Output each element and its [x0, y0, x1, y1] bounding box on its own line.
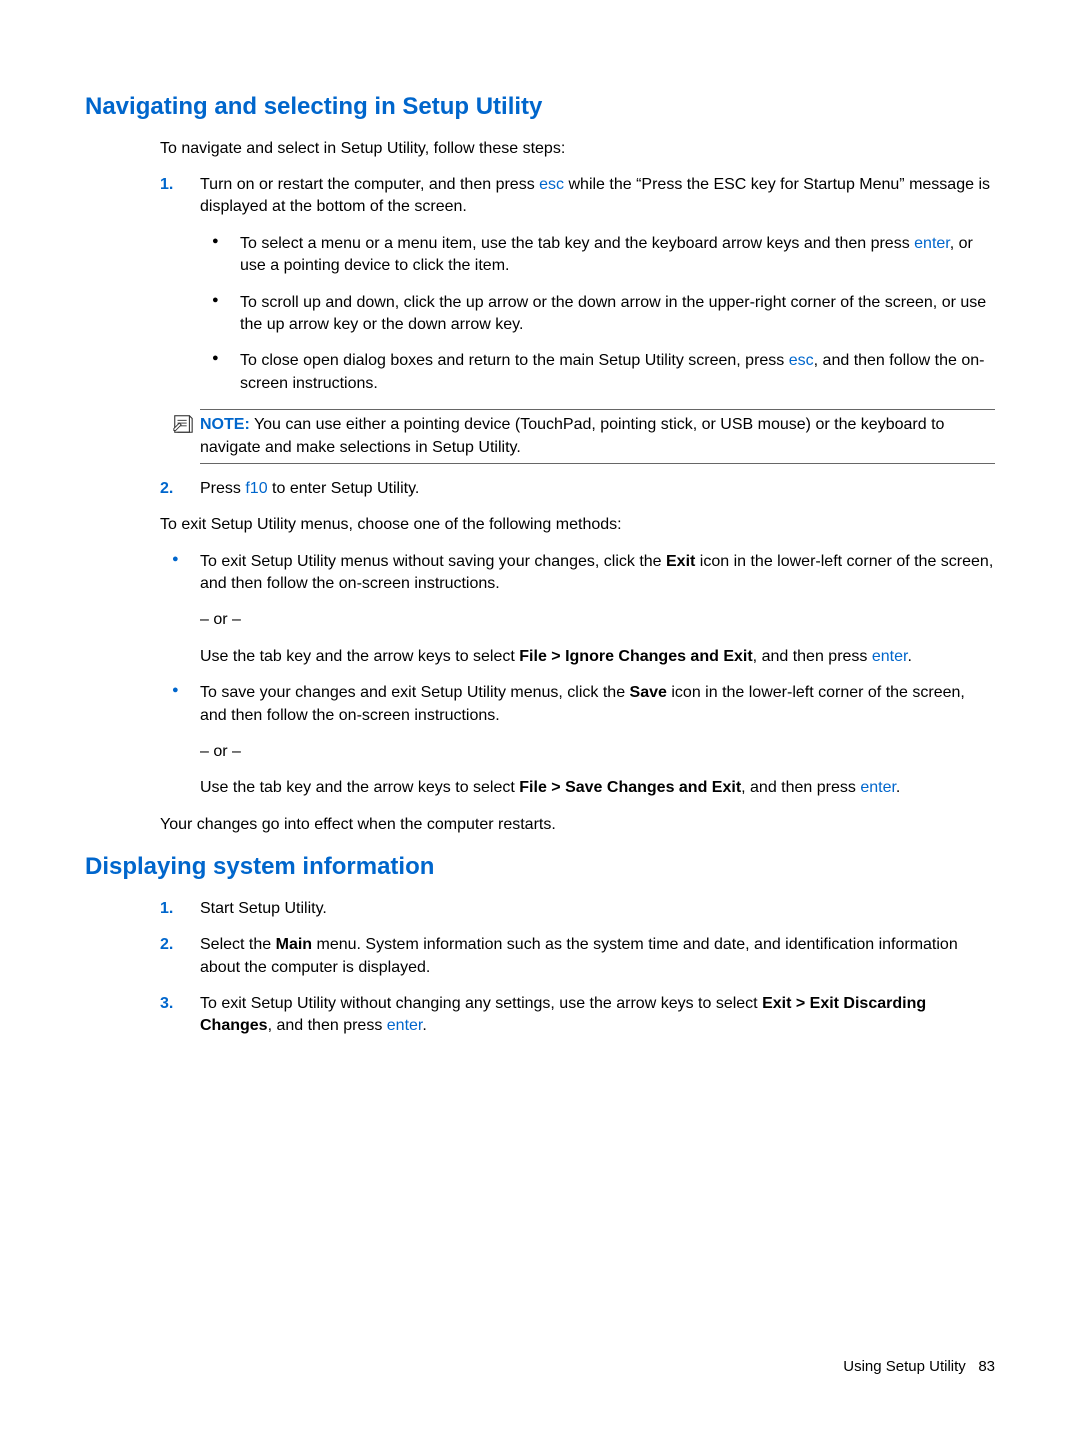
- step-text: , and then press: [268, 1017, 387, 1034]
- key-f10: f10: [245, 480, 267, 497]
- bullet-text: To close open dialog boxes and return to…: [240, 352, 789, 369]
- bullet-text: To save your changes and exit Setup Util…: [200, 684, 630, 701]
- exit-outro: Your changes go into effect when the com…: [160, 814, 995, 836]
- step-text: .: [422, 1017, 426, 1034]
- exit-intro: To exit Setup Utility menus, choose one …: [160, 514, 995, 536]
- steps-list-cont: 2. Press f10 to enter Setup Utility.: [160, 478, 995, 500]
- step-number: 2.: [160, 478, 173, 500]
- section-heading-displaying: Displaying system information: [85, 850, 995, 884]
- sub-bullet-list: To select a menu or a menu item, use the…: [200, 233, 995, 395]
- exit-bullet: To save your changes and exit Setup Util…: [160, 682, 995, 800]
- sub-bullet: To close open dialog boxes and return to…: [200, 350, 995, 395]
- exit-bullet-list: To exit Setup Utility menus without savi…: [160, 551, 995, 800]
- or-text: – or –: [200, 741, 995, 763]
- sub-bullet: To select a menu or a menu item, use the…: [200, 233, 995, 278]
- text-run: , and then press: [741, 779, 860, 796]
- steps-list: 1. Turn on or restart the computer, and …: [160, 174, 995, 395]
- bold-text: File > Ignore Changes and Exit: [519, 648, 752, 665]
- step-text: To exit Setup Utility without changing a…: [200, 995, 762, 1012]
- key-esc: esc: [539, 176, 564, 193]
- text-run: Use the tab key and the arrow keys to se…: [200, 779, 519, 796]
- step-text: Select the: [200, 936, 276, 953]
- page-number: 83: [978, 1358, 995, 1375]
- step-2: 2. Select the Main menu. System informat…: [160, 934, 995, 979]
- key-enter: enter: [860, 779, 896, 796]
- bold-text: Main: [276, 936, 312, 953]
- step-text: Start Setup Utility.: [200, 900, 327, 917]
- text-run: Use the tab key and the arrow keys to se…: [200, 648, 519, 665]
- bullet-text: To scroll up and down, click the up arro…: [240, 294, 986, 333]
- page-footer: Using Setup Utility 83: [843, 1356, 995, 1377]
- key-enter: enter: [387, 1017, 423, 1034]
- step-text: Turn on or restart the computer, and the…: [200, 176, 539, 193]
- note-box: NOTE: You can use either a pointing devi…: [200, 409, 995, 464]
- step-number: 2.: [160, 934, 173, 956]
- footer-title: Using Setup Utility: [843, 1358, 966, 1375]
- text-run: , and then press: [753, 648, 872, 665]
- text-run: .: [896, 779, 900, 796]
- key-enter: enter: [872, 648, 908, 665]
- sub-bullet: To scroll up and down, click the up arro…: [200, 292, 995, 337]
- step-1: 1. Start Setup Utility.: [160, 898, 995, 920]
- step-1: 1. Turn on or restart the computer, and …: [160, 174, 995, 395]
- note-label: NOTE:: [200, 416, 250, 433]
- section-heading-navigating: Navigating and selecting in Setup Utilit…: [85, 90, 995, 124]
- intro-text: To navigate and select in Setup Utility,…: [160, 138, 995, 160]
- note-icon: [172, 413, 194, 435]
- step-number: 1.: [160, 898, 173, 920]
- step-number: 1.: [160, 174, 173, 196]
- bullet-text: To select a menu or a menu item, use the…: [240, 235, 914, 252]
- key-enter: enter: [914, 235, 950, 252]
- key-esc: esc: [789, 352, 814, 369]
- text-run: .: [907, 648, 911, 665]
- bullet-text-2: Use the tab key and the arrow keys to se…: [200, 646, 995, 668]
- step-text: menu. System information such as the sys…: [200, 936, 958, 975]
- step-text: Press: [200, 480, 245, 497]
- bold-text: Save: [630, 684, 667, 701]
- step-2: 2. Press f10 to enter Setup Utility.: [160, 478, 995, 500]
- or-text: – or –: [200, 609, 995, 631]
- step-3: 3. To exit Setup Utility without changin…: [160, 993, 995, 1038]
- step-number: 3.: [160, 993, 173, 1015]
- bullet-text-2: Use the tab key and the arrow keys to se…: [200, 777, 995, 799]
- steps-list-2: 1. Start Setup Utility. 2. Select the Ma…: [160, 898, 995, 1038]
- bold-text: Exit: [666, 553, 695, 570]
- exit-bullet: To exit Setup Utility menus without savi…: [160, 551, 995, 669]
- note-text: You can use either a pointing device (To…: [200, 416, 944, 455]
- bold-text: File > Save Changes and Exit: [519, 779, 741, 796]
- step-text: to enter Setup Utility.: [268, 480, 420, 497]
- bullet-text: To exit Setup Utility menus without savi…: [200, 553, 666, 570]
